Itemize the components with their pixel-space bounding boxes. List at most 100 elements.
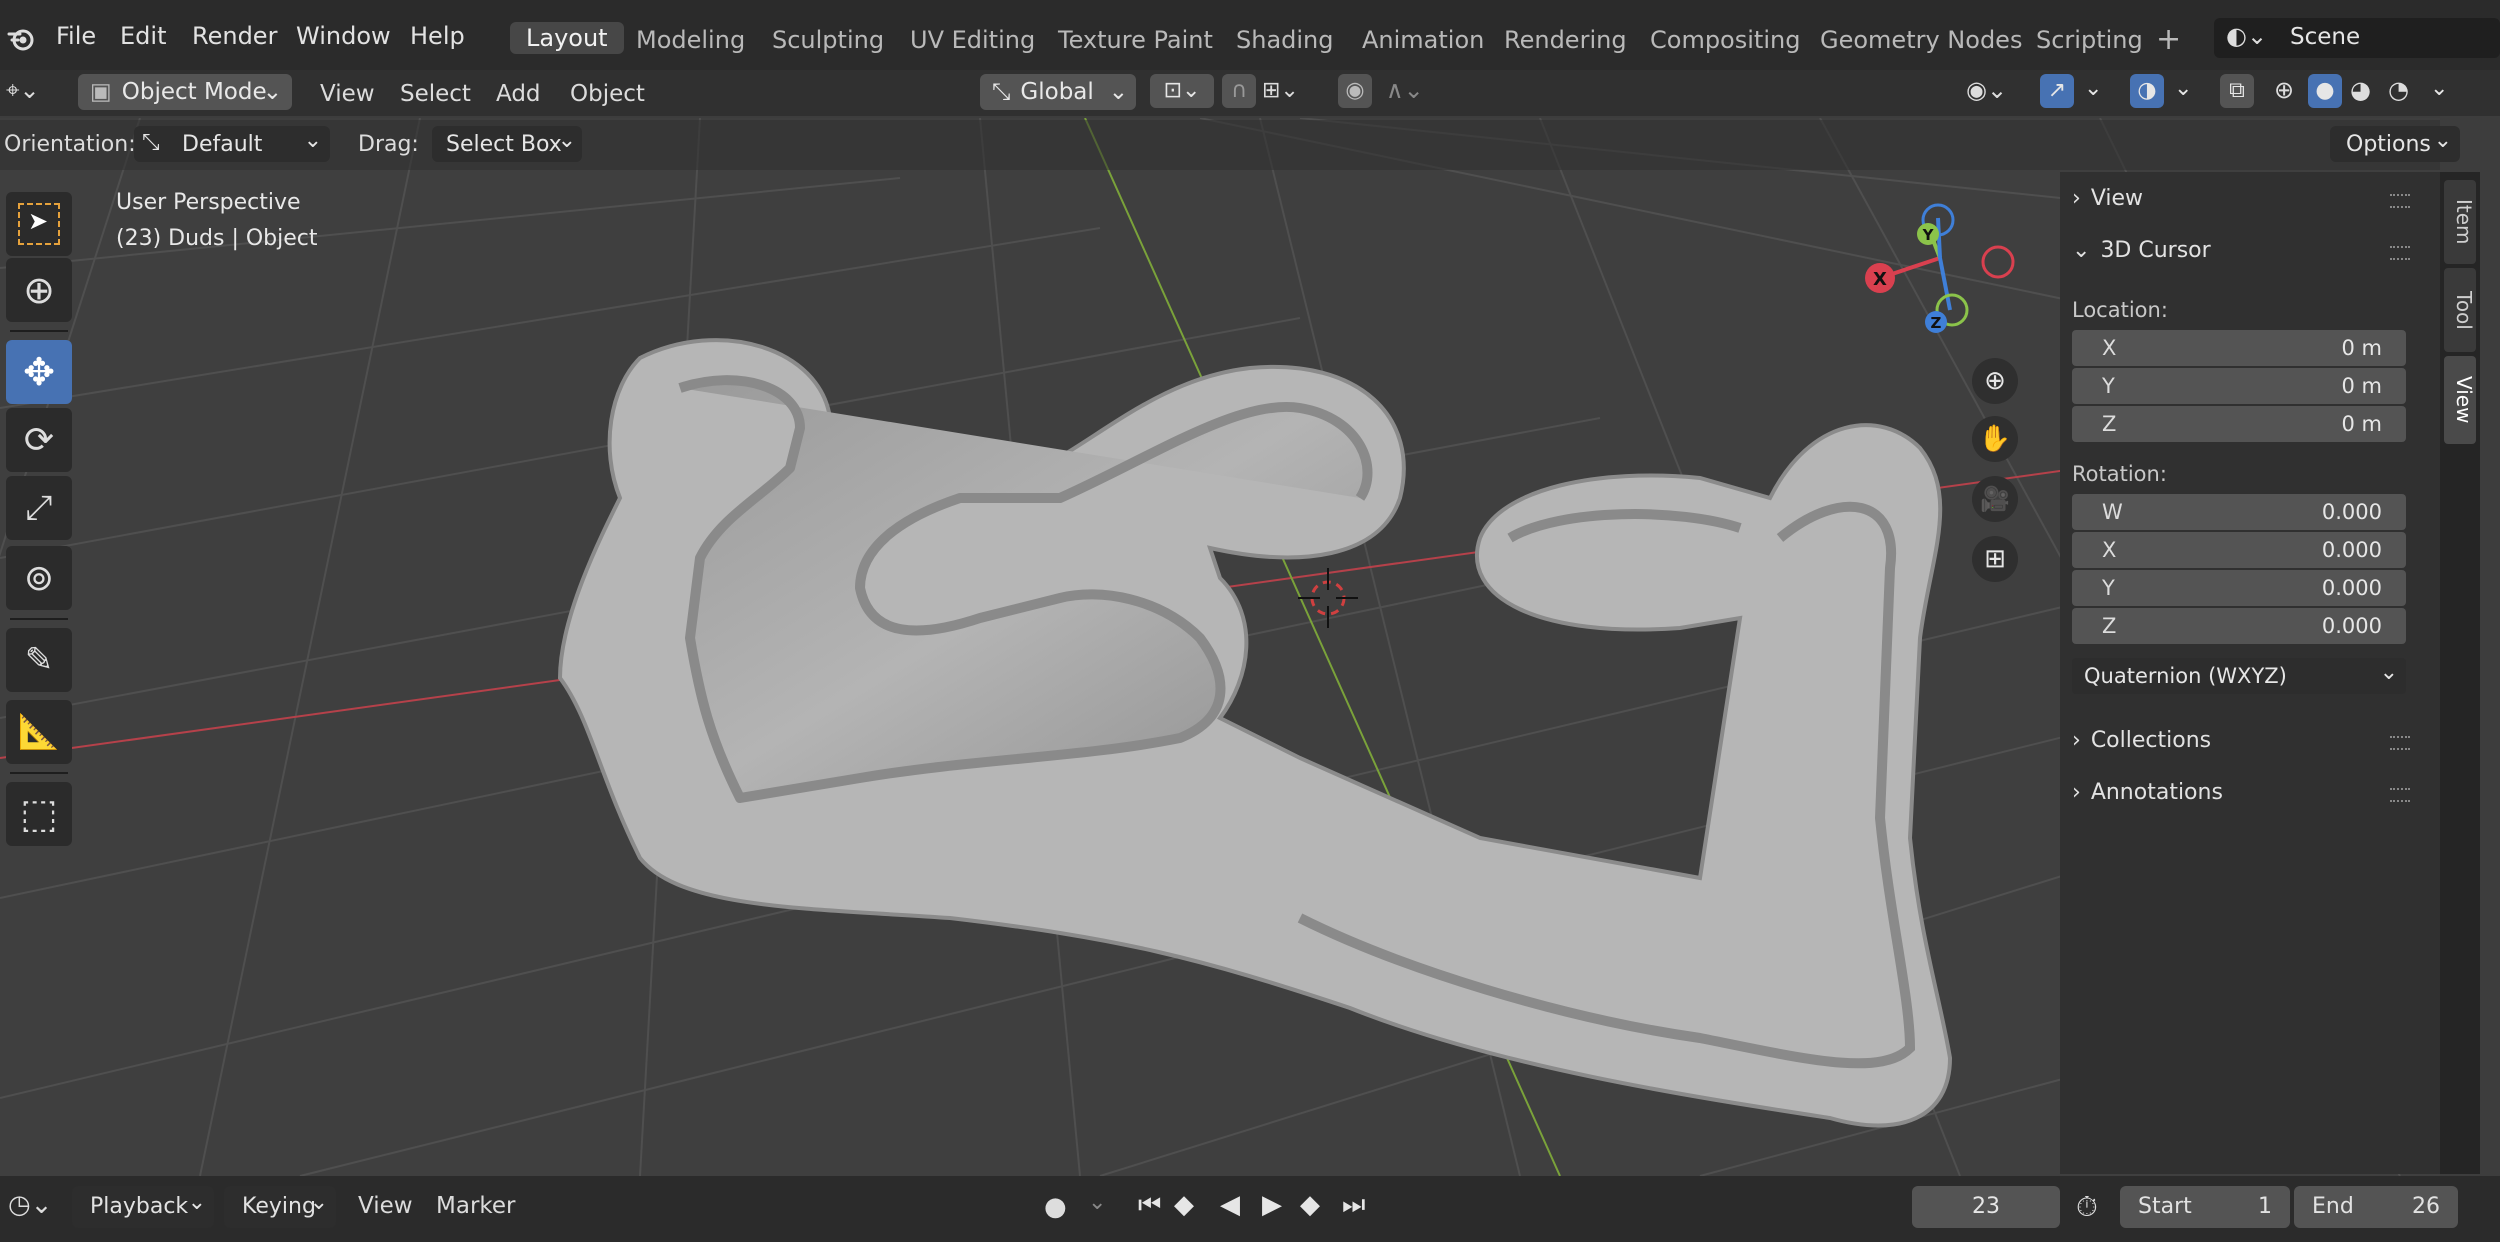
shading-rendered-icon[interactable]: ◔ [2388,76,2409,104]
add-menu[interactable]: Add [496,78,541,110]
annotations-section-header[interactable]: › Annotations [2072,780,2223,805]
keying-menu[interactable]: Keying ⌄ [224,1186,336,1228]
start-frame-field[interactable]: Start 1 [2120,1186,2290,1228]
tab-tool[interactable]: Tool [2444,268,2476,352]
next-keyframe-icon[interactable]: ◆ [1300,1190,1320,1220]
camera-icon[interactable]: 🎥 [1972,476,2018,522]
shading-solid-icon[interactable]: ● [2308,74,2342,108]
play-reverse-icon[interactable]: ◀ [1220,1190,1240,1220]
overlay-toggle-icon[interactable]: ◑ [2130,74,2164,108]
add-cube-tool[interactable]: ⬚ [6,782,72,846]
pivot-point-icon[interactable]: ⊡⌄ [1150,74,1214,108]
blender-logo-icon[interactable] [6,24,36,54]
gizmo-toggle-icon[interactable]: ↗ [2040,74,2074,108]
menu-window[interactable]: Window [296,22,391,50]
drag-grip-icon[interactable] [2390,246,2410,260]
tab-view[interactable]: View [2444,356,2476,444]
location-y-field[interactable]: Y 0 m [2072,368,2406,404]
select-menu[interactable]: Select [400,78,471,110]
rotation-y-field[interactable]: Y 0.000 [2072,570,2406,606]
location-x-field[interactable]: X 0 m [2072,330,2406,366]
mode-selector[interactable]: ▣ Object Mode ⌄ [78,74,292,110]
collections-section-header[interactable]: › Collections [2072,728,2211,753]
tab-animation[interactable]: Animation [1362,26,1484,54]
playback-menu[interactable]: Playback ⌄ [72,1186,214,1228]
cursor-tool[interactable]: ⊕ [6,258,72,322]
tab-texture-paint[interactable]: Texture Paint [1058,26,1213,54]
field-axis: Y [2102,374,2115,398]
chevron-down-icon[interactable]: ⌄ [2084,76,2102,101]
select-box-tool[interactable]: ➤ [6,192,72,256]
menu-help[interactable]: Help [410,22,465,50]
options-dropdown[interactable]: Options ⌄ [2330,126,2460,162]
tab-geometry-nodes[interactable]: Geometry Nodes [1820,26,2022,54]
chevron-down-icon: ⌄ [262,79,282,105]
drag-grip-icon[interactable] [2390,194,2410,208]
scale-tool[interactable]: ⤢ [6,476,72,540]
transform-tool[interactable]: ⊚ [6,546,72,610]
jump-end-icon[interactable]: ⏭ [1342,1190,1365,1221]
proportional-editing-icon[interactable]: ◉ [1338,74,1372,108]
drag-dropdown[interactable]: Select Box ⌄ [432,126,582,162]
timeline-editor-icon[interactable]: ◷⌄ [8,1190,52,1220]
drag-value: Select Box [446,132,562,157]
tab-modeling[interactable]: Modeling [636,26,745,54]
current-frame-field[interactable]: 23 [1912,1186,2060,1228]
menu-render[interactable]: Render [192,22,277,50]
tab-scripting[interactable]: Scripting [2036,26,2143,54]
move-tool[interactable]: ✥ [6,340,72,404]
jump-start-icon[interactable]: ⏮ [1138,1190,1161,1221]
shading-wireframe-icon[interactable]: ⊕ [2274,76,2294,104]
view-menu[interactable]: View [320,78,375,110]
shading-material-icon[interactable]: ◕ [2350,76,2371,104]
rotation-z-field[interactable]: Z 0.000 [2072,608,2406,644]
rotation-mode-dropdown[interactable]: Quaternion (WXYZ) ⌄ [2072,658,2406,694]
measure-tool[interactable]: 📐 [6,700,72,764]
drag-label: Drag: [358,132,419,157]
tab-rendering[interactable]: Rendering [1504,26,1627,54]
falloff-icon[interactable]: ∧⌄ [1386,76,1424,104]
chevron-down-icon[interactable]: ⌄ [2430,76,2448,101]
timeline-view-menu[interactable]: View [358,1193,413,1219]
stopwatch-icon[interactable]: ⏱ [2076,1190,2098,1224]
object-menu[interactable]: Object [570,78,645,110]
visibility-icon[interactable]: ◉⌄ [1966,76,2007,104]
location-z-field[interactable]: Z 0 m [2072,406,2406,442]
snap-icon[interactable]: ∩ [1222,74,1256,108]
pan-hand-icon[interactable]: ✋ [1972,416,2018,462]
rotate-tool[interactable]: ⟳ [6,408,72,472]
rotation-x-field[interactable]: X 0.000 [2072,532,2406,568]
play-icon[interactable]: ▶ [1262,1190,1282,1220]
rotation-w-field[interactable]: W 0.000 [2072,494,2406,530]
menu-edit[interactable]: Edit [120,22,166,50]
navigation-gizmo[interactable]: X Y Z [1840,196,2040,346]
record-button[interactable]: ● [1044,1192,1067,1222]
chevron-down-icon[interactable]: ⌄ [2174,76,2192,101]
chevron-down-icon[interactable]: ⌄ [1088,1190,1106,1215]
drag-grip-icon[interactable] [2390,788,2410,802]
transform-orientation-selector[interactable]: ⤡ Global ⌄ [980,74,1136,110]
field-axis: Z [2102,614,2117,638]
cursor-section-header[interactable]: ⌄ 3D Cursor [2072,238,2211,263]
tab-sculpting[interactable]: Sculpting [772,26,884,54]
add-workspace-button[interactable]: + [2156,22,2181,57]
menu-file[interactable]: File [56,22,96,50]
tab-uv-editing[interactable]: UV Editing [910,26,1035,54]
scene-selector[interactable]: ◐⌄ Scene [2214,18,2500,58]
timeline-marker-menu[interactable]: Marker [436,1193,516,1219]
snap-target-icon[interactable]: ⊞⌄ [1262,78,1299,103]
annotate-tool[interactable]: ✎ [6,628,72,692]
end-frame-field[interactable]: End 26 [2294,1186,2458,1228]
prev-keyframe-icon[interactable]: ◆ [1174,1190,1194,1220]
tab-item[interactable]: Item [2444,180,2476,264]
orientation-dropdown[interactable]: ⤡ Default ⌄ [134,126,330,162]
tab-compositing[interactable]: Compositing [1650,26,1800,54]
drag-grip-icon[interactable] [2390,736,2410,750]
zoom-icon[interactable]: ⊕ [1972,358,2018,404]
xray-toggle-icon[interactable]: ⧉ [2220,74,2254,108]
tab-shading[interactable]: Shading [1236,26,1334,54]
view-section-header[interactable]: › View [2072,186,2143,211]
perspective-grid-icon[interactable]: ⊞ [1972,536,2018,582]
tab-layout[interactable]: Layout [510,22,624,54]
editor-type-icon[interactable]: ⌖⌄ [6,76,40,104]
